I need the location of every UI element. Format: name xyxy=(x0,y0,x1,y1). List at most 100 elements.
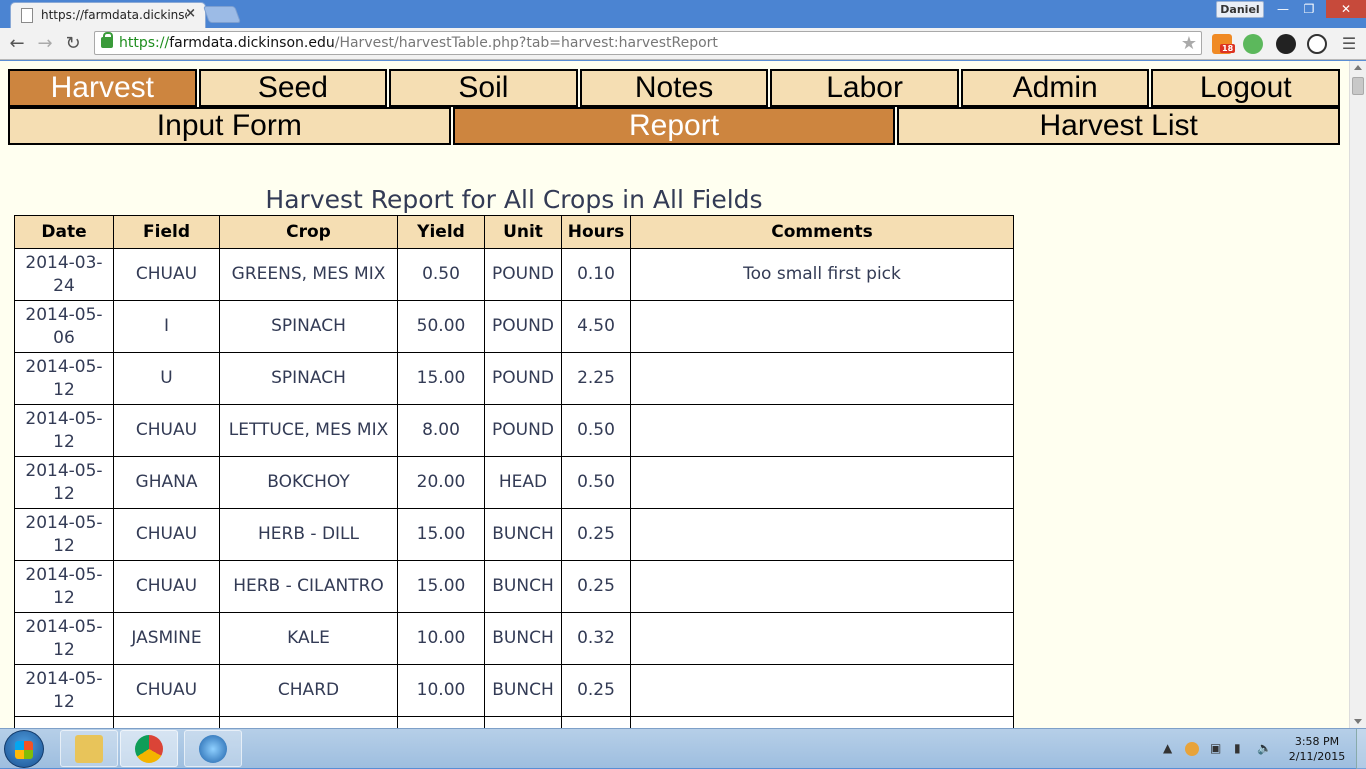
cell-date: 2014-05-06 xyxy=(14,300,114,353)
windows-logo-icon xyxy=(15,741,33,759)
column-header: Comments xyxy=(630,215,1014,249)
tab-labor[interactable]: Labor xyxy=(770,69,959,107)
cell-comments xyxy=(630,352,1014,405)
extension-info-icon[interactable] xyxy=(1307,34,1327,54)
cell-field: I xyxy=(113,300,220,353)
music-icon xyxy=(199,735,227,763)
page-title: Harvest Report for All Crops in All Fiel… xyxy=(265,185,763,214)
scroll-thumb[interactable] xyxy=(1352,77,1364,95)
cell-date: 2014-03-24 xyxy=(14,248,114,301)
volume-icon[interactable]: 🔈 xyxy=(1257,741,1272,755)
browser-tab[interactable]: https://farmdata.dickinson × xyxy=(10,2,206,28)
cell-hours: 0.50 xyxy=(561,404,631,457)
cell-comments xyxy=(630,456,1014,509)
taskbar-clock[interactable]: 3:58 PM 2/11/2015 xyxy=(1284,734,1350,764)
column-header: Crop xyxy=(219,215,398,249)
tab-harvest[interactable]: Harvest xyxy=(8,69,197,107)
cell-yield: 50.00 xyxy=(397,300,485,353)
itunes-task[interactable] xyxy=(184,730,242,767)
cell-field: U xyxy=(113,352,220,405)
bookmark-star-icon[interactable]: ★ xyxy=(1181,33,1197,54)
show-desktop-button[interactable] xyxy=(1356,729,1366,769)
cell-hours: 4.50 xyxy=(561,300,631,353)
table-row: 2014-05- xyxy=(14,716,1014,728)
extension-icon[interactable] xyxy=(1243,34,1263,54)
tray-app-icon[interactable] xyxy=(1185,742,1199,756)
subtab-report[interactable]: Report xyxy=(452,107,896,145)
clock-time: 3:58 PM xyxy=(1294,735,1340,748)
cell-hours: 0.10 xyxy=(561,248,631,301)
cell-unit: BUNCH xyxy=(484,560,562,613)
profile-button[interactable]: Daniel xyxy=(1216,1,1264,18)
chrome-task[interactable] xyxy=(120,730,178,767)
cell-yield xyxy=(397,716,485,728)
scroll-up-icon[interactable] xyxy=(1354,65,1362,70)
forward-arrow-icon[interactable]: → xyxy=(34,33,56,55)
table-header-row: Date Field Crop Yield Unit Hours Comment… xyxy=(14,215,1014,249)
cell-comments xyxy=(630,300,1014,353)
cell-unit xyxy=(484,716,562,728)
explorer-task[interactable] xyxy=(60,730,118,767)
cell-field: JASMINE xyxy=(113,612,220,665)
cell-unit: HEAD xyxy=(484,456,562,509)
vertical-scrollbar[interactable] xyxy=(1349,61,1366,728)
cell-comments xyxy=(630,612,1014,665)
cell-crop: GREENS, MES MIX xyxy=(219,248,398,301)
cell-date: 2014-05-12 xyxy=(14,508,114,561)
cell-comments xyxy=(630,404,1014,457)
cell-hours: 0.25 xyxy=(561,508,631,561)
menu-icon[interactable]: ☰ xyxy=(1338,33,1360,55)
table-row: 2014-05-12 CHUAU CHARD 10.00 BUNCH 0.25 xyxy=(14,664,1014,717)
cell-unit: BUNCH xyxy=(484,664,562,717)
tray-device-icon[interactable]: ▣ xyxy=(1210,741,1221,755)
cell-crop: LETTUCE, MES MIX xyxy=(219,404,398,457)
column-header: Field xyxy=(113,215,220,249)
tab-notes[interactable]: Notes xyxy=(579,69,769,107)
close-tab-icon[interactable]: × xyxy=(185,6,196,21)
cell-comments: Too small first pick xyxy=(630,248,1014,301)
start-button[interactable] xyxy=(4,730,44,768)
back-arrow-icon[interactable]: ← xyxy=(6,33,28,55)
table-row: 2014-05-12 U SPINACH 15.00 POUND 2.25 xyxy=(14,352,1014,405)
cell-yield: 15.00 xyxy=(397,508,485,561)
scroll-down-icon[interactable] xyxy=(1354,719,1362,724)
address-bar[interactable]: https://farmdata.dickinson.edu/Harvest/h… xyxy=(94,31,1202,55)
cell-crop: SPINACH xyxy=(219,300,398,353)
cell-field: GHANA xyxy=(113,456,220,509)
cell-unit: POUND xyxy=(484,300,562,353)
tab-logout[interactable]: Logout xyxy=(1151,69,1341,107)
table-row: 2014-05-06 I SPINACH 50.00 POUND 4.50 xyxy=(14,300,1014,353)
extension-dark-icon[interactable] xyxy=(1276,34,1296,54)
reload-icon[interactable]: ↻ xyxy=(62,33,84,55)
subtab-input-form[interactable]: Input Form xyxy=(8,107,451,145)
tab-admin[interactable]: Admin xyxy=(960,69,1150,107)
cell-yield: 0.50 xyxy=(397,248,485,301)
cell-crop: CHARD xyxy=(219,664,398,717)
cell-date: 2014-05-12 xyxy=(14,456,114,509)
page-viewport: Harvest Seed Soil Notes Labor Admin Logo… xyxy=(0,61,1349,728)
browser-titlebar: https://farmdata.dickinson × Daniel — ❐ … xyxy=(0,0,1366,28)
rss-icon[interactable]: 18 xyxy=(1212,34,1236,54)
clock-date: 2/11/2015 xyxy=(1288,750,1346,763)
folder-icon xyxy=(75,735,103,763)
cell-yield: 8.00 xyxy=(397,404,485,457)
network-icon[interactable]: ▮ xyxy=(1234,741,1241,755)
cell-comments xyxy=(630,508,1014,561)
column-header: Date xyxy=(14,215,114,249)
browser-toolbar: ← → ↻ https://farmdata.dickinson.edu/Har… xyxy=(0,28,1366,60)
tab-soil[interactable]: Soil xyxy=(389,69,578,107)
tray-expand-icon[interactable]: ▲ xyxy=(1163,741,1172,755)
tab-seed[interactable]: Seed xyxy=(198,69,388,107)
subtab-harvest-list[interactable]: Harvest List xyxy=(897,107,1341,145)
cell-date: 2014-05-12 xyxy=(14,560,114,613)
rss-badge: 18 xyxy=(1220,44,1236,53)
close-window-icon[interactable]: ✕ xyxy=(1326,0,1366,18)
cell-crop: BOKCHOY xyxy=(219,456,398,509)
restore-icon[interactable]: ❐ xyxy=(1296,0,1322,18)
cell-hours: 2.25 xyxy=(561,352,631,405)
table-row: 2014-05-12 GHANA BOKCHOY 20.00 HEAD 0.50 xyxy=(14,456,1014,509)
column-header: Unit xyxy=(484,215,562,249)
cell-unit: BUNCH xyxy=(484,508,562,561)
new-tab-button[interactable] xyxy=(202,6,242,23)
minimize-icon[interactable]: — xyxy=(1270,0,1296,18)
